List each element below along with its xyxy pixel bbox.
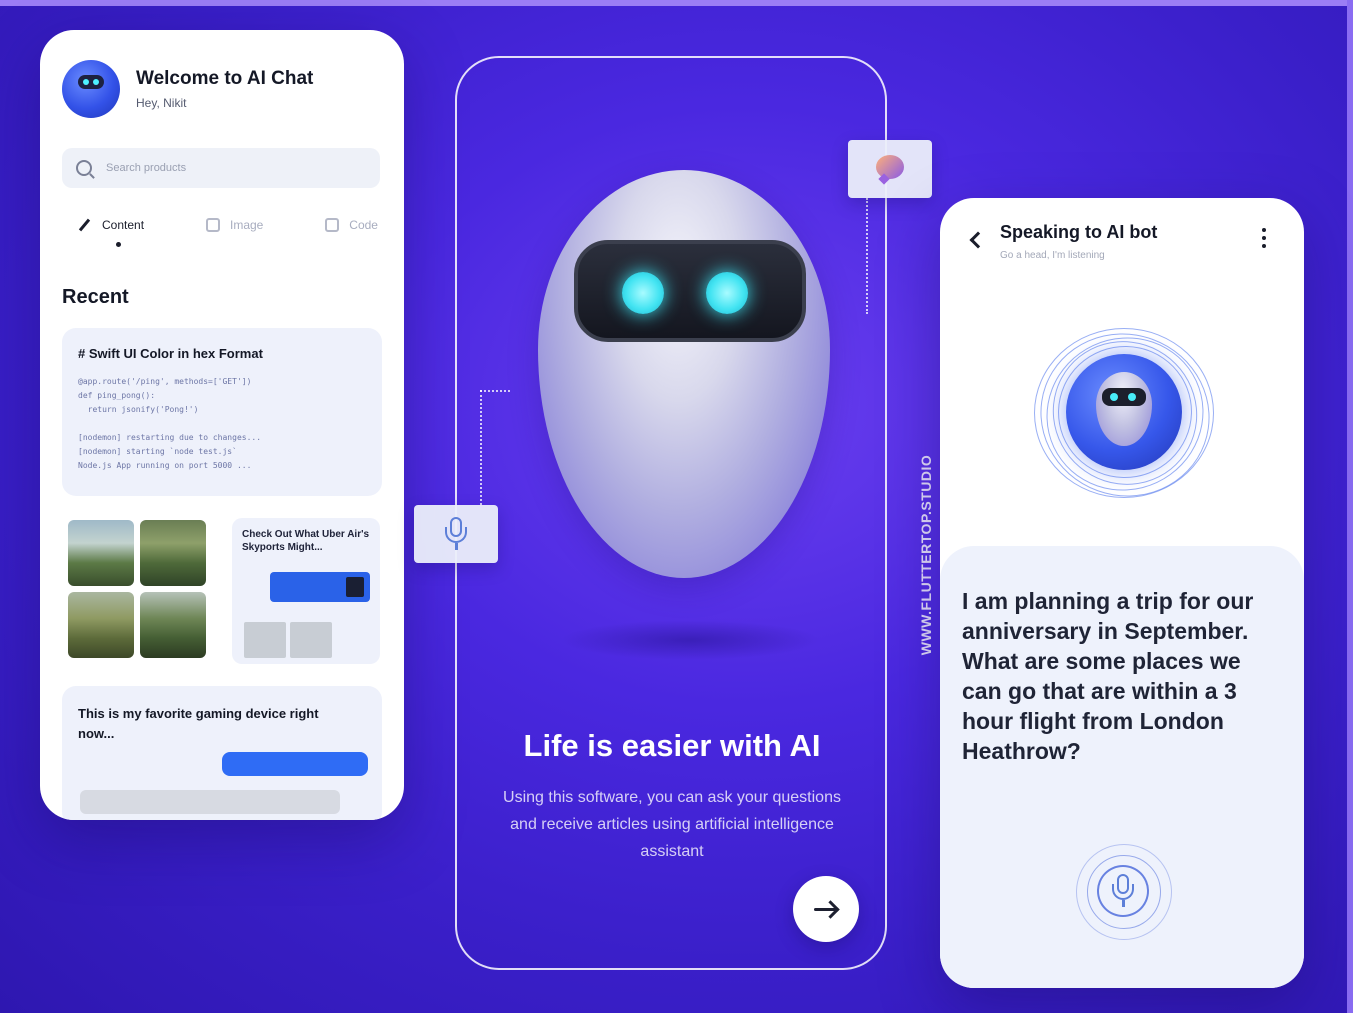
- article-title: Check Out What Uber Air's Skyports Might…: [242, 529, 370, 553]
- page-title: Welcome to AI Chat: [136, 68, 314, 89]
- code-snippet: @app.route('/ping', methods=['GET']) def…: [78, 377, 262, 470]
- chat-home-screen: Welcome to AI Chat Hey, Nikit Search pro…: [40, 30, 404, 820]
- placeholder-bar: [80, 790, 340, 814]
- post-title: This is my favorite gaming device right …: [78, 706, 319, 741]
- more-options-icon[interactable]: [1262, 228, 1266, 250]
- landscape-image: [140, 520, 206, 586]
- tab-image[interactable]: Image: [205, 218, 264, 232]
- landscape-image: [68, 520, 134, 586]
- image-grid-card[interactable]: [68, 520, 208, 660]
- transcript-panel: I am planning a trip for our anniversary…: [940, 546, 1304, 988]
- voice-chat-screen: Speaking to AI bot Go a head, I'm listen…: [940, 198, 1304, 988]
- article-preview-button[interactable]: [270, 572, 370, 602]
- onboarding-description: Using this software, you can ask your qu…: [503, 789, 841, 860]
- recent-code-card[interactable]: # Swift UI Color in hex Format @app.rout…: [62, 328, 382, 496]
- phone-thumbnail: [346, 577, 364, 597]
- connector-line: [866, 198, 868, 314]
- tab-bar: Content Image Code: [78, 218, 378, 247]
- image-icon: [205, 218, 220, 232]
- connector-line: [480, 390, 510, 392]
- robot-visor: [574, 240, 806, 342]
- onboarding-title: Life is easier with AI: [523, 728, 821, 763]
- screen-title: Speaking to AI bot: [1000, 222, 1158, 242]
- tab-label: Image: [229, 218, 264, 232]
- bot-avatar[interactable]: [62, 60, 120, 118]
- chat-bubble-icon: [874, 153, 906, 185]
- search-placeholder: Search products: [106, 162, 187, 174]
- chat-badge: [848, 140, 932, 198]
- watermark: WWW.FLUTTERTOP.STUDIO: [918, 454, 934, 656]
- robot-shadow: [560, 620, 820, 660]
- mic-icon: [445, 517, 467, 551]
- right-border: [1347, 0, 1353, 1013]
- landscape-image: [68, 592, 134, 658]
- arrow-right-icon: [814, 901, 838, 917]
- mic-icon: [1112, 874, 1134, 908]
- robot-eye-right: [706, 272, 748, 314]
- back-icon[interactable]: [969, 231, 987, 249]
- robot-visor-icon: [78, 75, 104, 89]
- post-action-button[interactable]: [222, 752, 368, 776]
- search-input[interactable]: Search products: [62, 148, 380, 188]
- bot-avatar-large: [1066, 354, 1182, 470]
- recent-heading: Recent: [62, 286, 129, 308]
- greeting: Hey, Nikit: [136, 96, 187, 110]
- tab-content[interactable]: Content: [78, 218, 145, 247]
- tab-label: Code: [349, 218, 378, 232]
- robot-icon: [1096, 372, 1152, 446]
- mic-badge: [414, 505, 498, 563]
- listening-orb: [1017, 309, 1233, 521]
- recent-post-card[interactable]: This is my favorite gaming device right …: [62, 686, 382, 820]
- header: Welcome to AI Chat Hey, Nikit: [62, 60, 313, 118]
- landscape-image: [140, 592, 206, 658]
- robot-eye-left: [622, 272, 664, 314]
- next-button[interactable]: [793, 876, 859, 942]
- code-icon: [325, 218, 340, 232]
- article-thumbnails: [244, 622, 332, 658]
- tab-label: Content: [102, 218, 145, 232]
- code-card-title: # Swift UI Color in hex Format: [78, 346, 263, 361]
- listening-status: Go a head, I'm listening: [1000, 250, 1105, 261]
- spoken-prompt: I am planning a trip for our anniversary…: [962, 588, 1254, 764]
- tab-code[interactable]: Code: [325, 218, 378, 232]
- pen-icon: [78, 218, 92, 232]
- search-icon: [76, 160, 92, 176]
- top-border: [0, 0, 1353, 6]
- connector-line: [480, 390, 482, 505]
- mic-button[interactable]: [1076, 844, 1172, 940]
- article-card[interactable]: Check Out What Uber Air's Skyports Might…: [232, 518, 380, 664]
